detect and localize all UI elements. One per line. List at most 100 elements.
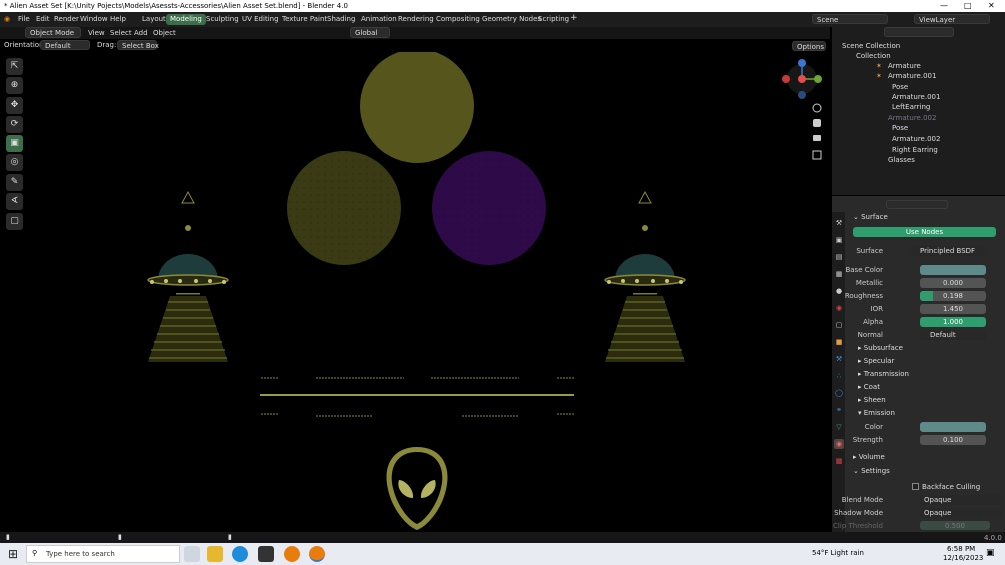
- blender-logo-icon[interactable]: ◉: [4, 15, 10, 23]
- top-sphere[interactable]: [360, 52, 474, 163]
- use-nodes-button[interactable]: Use Nodes: [853, 227, 996, 237]
- roughness-field[interactable]: 0.198: [920, 291, 986, 301]
- outliner-row[interactable]: Right Earring: [832, 145, 1005, 155]
- object-tab-icon[interactable]: ■: [834, 337, 844, 347]
- section-volume[interactable]: ▸ Volume: [853, 453, 885, 461]
- render-tab-icon[interactable]: ▣: [834, 235, 844, 245]
- subsection-transmission[interactable]: ▸ Transmission: [858, 370, 909, 378]
- tab-compositing[interactable]: Compositing: [432, 14, 484, 25]
- properties-search[interactable]: [886, 200, 948, 209]
- transform-tool-icon[interactable]: ◎: [6, 154, 23, 171]
- strength-field[interactable]: 0.100: [920, 435, 986, 445]
- transform-orientation[interactable]: Global: [350, 27, 390, 38]
- ior-field[interactable]: 1.450: [920, 304, 986, 314]
- menu-window[interactable]: Window: [80, 15, 108, 23]
- minimize-icon[interactable]: —: [940, 1, 948, 10]
- rotate-tool-icon[interactable]: ⟳: [6, 116, 23, 133]
- move-tool-icon[interactable]: ✥: [6, 97, 23, 114]
- notifications-icon[interactable]: ▣: [986, 548, 995, 558]
- glasses[interactable]: [260, 377, 574, 417]
- outliner-row[interactable]: ✶ Armature: [832, 61, 1005, 71]
- view-layer-tab-icon[interactable]: ▦: [834, 269, 844, 279]
- navigation-gizmo[interactable]: [782, 59, 822, 99]
- section-surface[interactable]: ⌄ Surface: [853, 213, 888, 221]
- menu-render[interactable]: Render: [54, 15, 79, 23]
- base-color-swatch[interactable]: [920, 265, 986, 275]
- outliner-row[interactable]: Armature.001: [832, 92, 1005, 102]
- metallic-field[interactable]: 0.000: [920, 278, 986, 288]
- tab-uv-editing[interactable]: UV Editing: [238, 14, 283, 25]
- data-tab-icon[interactable]: ▽: [834, 422, 844, 432]
- outliner-row[interactable]: Glasses: [832, 155, 1005, 165]
- maximize-icon[interactable]: □: [964, 1, 972, 10]
- annotate-tool-icon[interactable]: ✎: [6, 174, 23, 191]
- menu-select[interactable]: Select: [110, 29, 132, 37]
- clock-date[interactable]: 12/16/2023: [943, 554, 983, 562]
- subsection-sheen[interactable]: ▸ Sheen: [858, 396, 886, 404]
- measure-tool-icon[interactable]: ∢: [6, 193, 23, 210]
- constraints-tab-icon[interactable]: ⚭: [834, 405, 844, 415]
- alien-head[interactable]: [386, 447, 448, 530]
- menu-view[interactable]: View: [88, 29, 105, 37]
- weather-text[interactable]: 54°F Light rain: [812, 549, 864, 557]
- outliner-row[interactable]: Armature.002: [832, 134, 1005, 144]
- taskbar-search[interactable]: ⚲ Type here to search: [26, 545, 180, 563]
- collection-tab-icon[interactable]: ▢: [834, 320, 844, 330]
- view-layer-selector[interactable]: ViewLayer: [914, 14, 990, 24]
- right-earring[interactable]: [604, 190, 686, 362]
- cursor-tool-icon[interactable]: ⊕: [6, 77, 23, 94]
- surface-shader-field[interactable]: Principled BSDF: [910, 246, 986, 256]
- tab-shading[interactable]: Shading: [323, 14, 359, 25]
- blender-active-icon[interactable]: [309, 546, 325, 562]
- outliner-row[interactable]: LeftEarring: [832, 102, 1005, 112]
- outliner-row[interactable]: Armature.002: [832, 113, 1005, 123]
- outliner-row[interactable]: Collection: [832, 51, 1005, 61]
- world-tab-icon[interactable]: ◉: [834, 303, 844, 313]
- emission-color-swatch[interactable]: [920, 422, 986, 432]
- left-earring[interactable]: [147, 190, 229, 362]
- blend-mode-dropdown[interactable]: Opaque: [920, 495, 1002, 505]
- viewport-nav-icons[interactable]: [812, 103, 822, 160]
- subsection-subsurface[interactable]: ▸ Subsurface: [858, 344, 903, 352]
- tool-tab-icon[interactable]: ⚒: [834, 218, 844, 228]
- edge-icon[interactable]: [232, 546, 248, 562]
- clock-time[interactable]: 6:58 PM: [947, 545, 975, 553]
- task-view-icon[interactable]: [184, 546, 200, 562]
- material-tab-icon[interactable]: ◉: [834, 439, 844, 449]
- menu-add[interactable]: Add: [134, 29, 148, 37]
- blender-icon[interactable]: [284, 546, 300, 562]
- section-settings[interactable]: ⌄ Settings: [853, 467, 890, 475]
- subsection-emission[interactable]: ▾ Emission: [858, 409, 895, 417]
- menu-object[interactable]: Object: [153, 29, 176, 37]
- outliner-row[interactable]: ✶ Armature.001: [832, 71, 1005, 81]
- mode-dropdown[interactable]: Object Mode: [25, 27, 81, 38]
- add-workspace-icon[interactable]: +: [570, 13, 578, 23]
- menu-edit[interactable]: Edit: [36, 15, 50, 23]
- scene-tab-icon[interactable]: ●: [834, 286, 844, 296]
- orientation-dropdown[interactable]: Default: [40, 40, 90, 50]
- texture-tab-icon[interactable]: ▩: [834, 456, 844, 466]
- modifier-tab-icon[interactable]: ⚒: [834, 354, 844, 364]
- scale-tool-icon[interactable]: ▣: [6, 135, 23, 152]
- select-tool-icon[interactable]: ⇱: [6, 58, 23, 75]
- outliner-row[interactable]: Scene Collection: [832, 41, 1005, 51]
- 3d-viewport[interactable]: ⇱ ⊕ ✥ ⟳ ▣ ◎ ✎ ∢ ▢: [0, 52, 830, 532]
- subsection-specular[interactable]: ▸ Specular: [858, 357, 894, 365]
- unity-icon[interactable]: [258, 546, 274, 562]
- tab-modeling[interactable]: Modeling: [166, 14, 206, 25]
- add-cube-tool-icon[interactable]: ▢: [6, 213, 23, 230]
- windows-start-icon[interactable]: ⊞: [8, 547, 18, 561]
- scene-selector[interactable]: Scene: [812, 14, 888, 24]
- physics-tab-icon[interactable]: ◯: [834, 388, 844, 398]
- file-explorer-icon[interactable]: [207, 546, 223, 562]
- tab-sculpting[interactable]: Sculpting: [202, 14, 243, 25]
- drag-dropdown[interactable]: Select Box: [117, 40, 159, 50]
- subsection-coat[interactable]: ▸ Coat: [858, 383, 880, 391]
- outliner-row[interactable]: Pose: [832, 82, 1005, 92]
- options-dropdown[interactable]: Options: [792, 41, 826, 51]
- outliner-search[interactable]: [884, 27, 954, 37]
- outliner-row[interactable]: Pose: [832, 123, 1005, 133]
- backface-culling-checkbox[interactable]: [912, 483, 919, 490]
- close-icon[interactable]: ✕: [988, 1, 995, 10]
- tab-scripting[interactable]: Scripting: [534, 14, 573, 25]
